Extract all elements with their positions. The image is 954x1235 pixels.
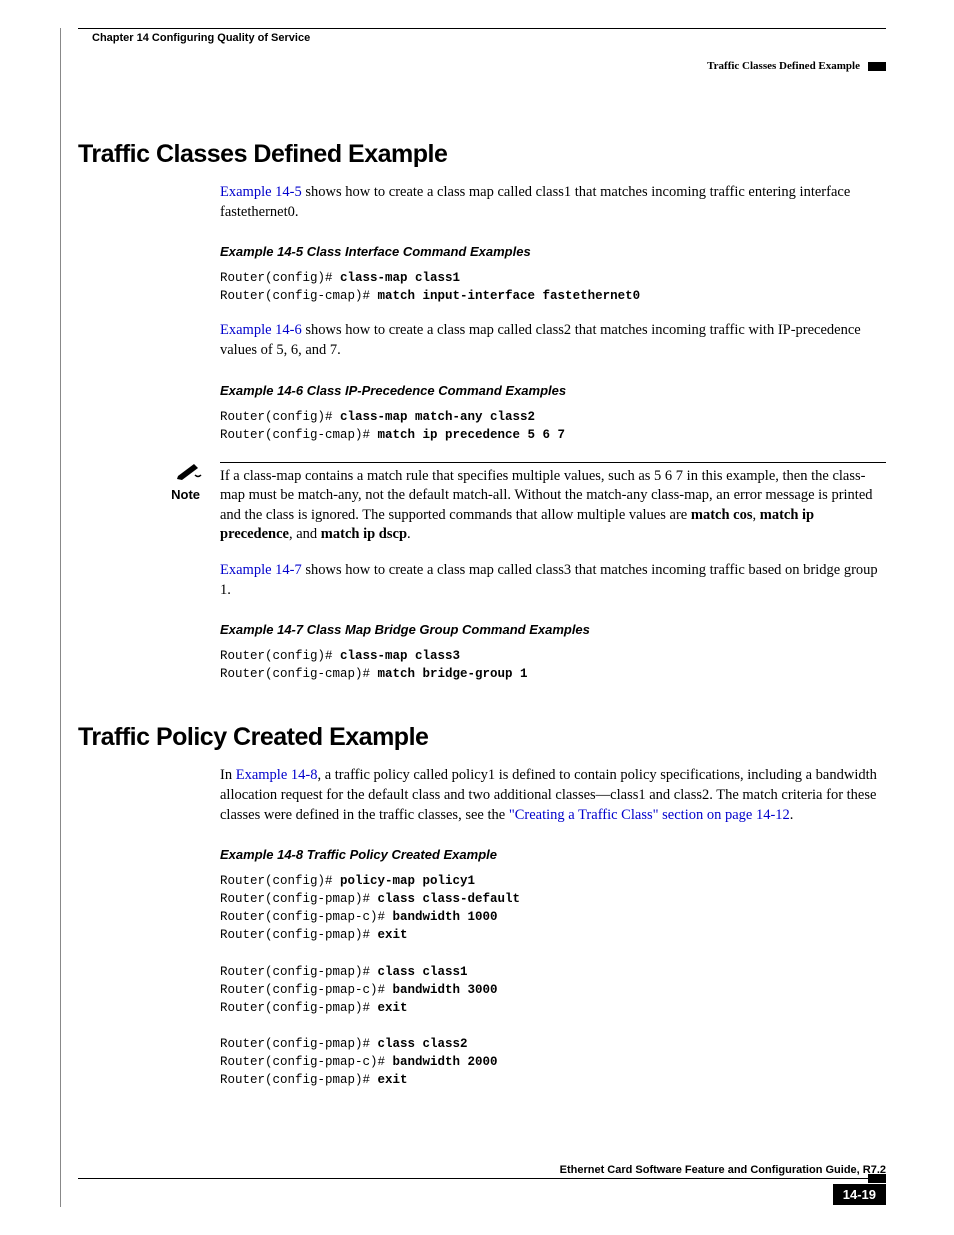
section-heading: Traffic Classes Defined Example (78, 140, 886, 169)
page-footer: Ethernet Card Software Feature and Confi… (78, 1164, 886, 1205)
code-block: Router(config)# class-map match-any clas… (220, 408, 886, 444)
code-block: Router(config)# class-map class3 Router(… (220, 647, 886, 683)
text: shows how to create a class map called c… (220, 184, 850, 220)
example-title: Example 14-5 Class Interface Command Exa… (220, 244, 886, 259)
paragraph: In Example 14-8, a traffic policy called… (220, 766, 886, 825)
example-title: Example 14-6 Class IP-Precedence Command… (220, 383, 886, 398)
paragraph: Example 14-7 shows how to create a class… (220, 561, 886, 600)
pencil-icon (176, 462, 202, 480)
xref-link[interactable]: Example 14-7 (220, 562, 302, 578)
code-block: Router(config)# class-map class1 Router(… (220, 269, 886, 305)
section-label: Traffic Classes Defined Example (707, 60, 860, 72)
note-label: Note (78, 487, 202, 502)
section-heading: Traffic Policy Created Example (78, 723, 886, 752)
footer-block-icon (868, 1174, 886, 1183)
example-title: Example 14-8 Traffic Policy Created Exam… (220, 847, 886, 862)
chapter-label: Chapter 14 Configuring Quality of Servic… (92, 32, 310, 44)
xref-link[interactable]: Example 14-6 (220, 322, 302, 338)
xref-link[interactable]: Example 14-8 (236, 767, 318, 783)
code-block: Router(config)# policy-map policy1 Route… (220, 872, 886, 1090)
xref-link[interactable]: Example 14-5 (220, 184, 302, 200)
note-block: Note If a class-map contains a match rul… (78, 462, 886, 545)
example-title: Example 14-7 Class Map Bridge Group Comm… (220, 622, 886, 637)
page-header: Chapter 14 Configuring Quality of Servic… (78, 28, 886, 44)
paragraph: Example 14-6 shows how to create a class… (220, 321, 886, 360)
page-number: 14-19 (833, 1184, 886, 1205)
text: shows how to create a class map called c… (220, 322, 861, 358)
header-block-icon (868, 62, 886, 71)
text: shows how to create a class map called c… (220, 562, 878, 598)
footer-guide-title: Ethernet Card Software Feature and Confi… (78, 1164, 886, 1176)
paragraph: Example 14-5 shows how to create a class… (220, 183, 886, 222)
note-body: If a class-map contains a match rule tha… (220, 462, 886, 545)
xref-link[interactable]: "Creating a Traffic Class" section on pa… (509, 807, 790, 823)
